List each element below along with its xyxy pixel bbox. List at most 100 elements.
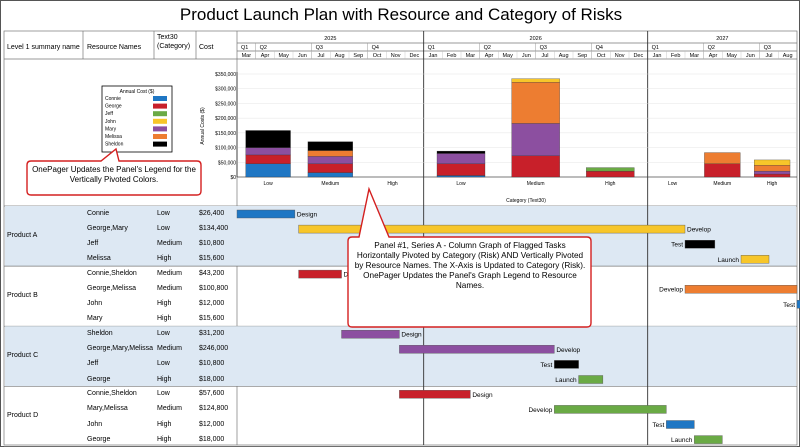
bar-segment-george xyxy=(511,155,560,178)
callout-legend-text: OnePager Updates the Panel's Legend for … xyxy=(32,165,196,184)
category-cell: High xyxy=(157,300,172,308)
month-label: Nov xyxy=(391,53,401,59)
x-tick-label: Low xyxy=(668,181,678,187)
quarter-label: Q1 xyxy=(652,45,659,51)
month-label: Sep xyxy=(353,53,363,59)
cost-cell: $15,600 xyxy=(199,255,225,263)
bar-segment-sheldon xyxy=(307,141,353,151)
product-name: Product A xyxy=(7,232,38,240)
year-label: 2026 xyxy=(530,36,542,42)
callout-panel-text: Panel #1, Series A - Column Graph of Fla… xyxy=(354,241,586,290)
legend-label: Mary xyxy=(105,126,117,132)
quarter-label: Q3 xyxy=(764,45,771,51)
month-label: Feb xyxy=(447,53,456,59)
month-label: Mar xyxy=(690,53,700,59)
category-cell: High xyxy=(157,420,172,428)
task-bar[interactable] xyxy=(740,255,770,264)
cost-cell: $31,200 xyxy=(199,330,225,338)
cost-cell: $10,800 xyxy=(199,240,225,248)
resource-cell: John xyxy=(87,300,103,308)
x-tick-label: Medium xyxy=(713,181,731,187)
task-bar[interactable] xyxy=(236,209,296,219)
bar-segment-sheldon xyxy=(436,150,486,154)
bar-segment-george xyxy=(436,163,486,176)
product-name: Product B xyxy=(7,292,38,300)
task-bar[interactable] xyxy=(554,360,579,369)
task-label: Develop xyxy=(556,347,580,354)
bar-segment-connie xyxy=(245,163,291,178)
bar-segment-melissa xyxy=(754,165,791,172)
y-tick-label: $100,000 xyxy=(215,146,236,152)
header-resource-names: Resource Names xyxy=(87,44,142,51)
x-tick-label: High xyxy=(767,181,778,187)
task-label: Develop xyxy=(659,287,683,294)
resource-cell: George xyxy=(87,435,111,443)
resource-cell: Sheldon xyxy=(87,330,113,338)
resource-cell: George,Melissa xyxy=(87,285,137,293)
bar-segment-john xyxy=(511,78,560,83)
task-bar[interactable] xyxy=(341,330,400,339)
task-bar[interactable] xyxy=(684,285,798,294)
y-axis-label: Annual Costs ($) xyxy=(200,107,206,145)
quarter-label: Q2 xyxy=(260,45,267,51)
category-cell: Medium xyxy=(157,270,182,278)
month-label: Jul xyxy=(317,53,324,59)
category-cell: Medium xyxy=(157,285,182,293)
bar-segment-george xyxy=(307,163,353,173)
cost-cell: $18,000 xyxy=(199,375,225,383)
task-bar[interactable] xyxy=(694,435,723,444)
cost-cell: $15,600 xyxy=(199,315,225,323)
product-name: Product D xyxy=(7,412,39,420)
month-label: Oct xyxy=(373,53,382,59)
resource-cell: Mary,Melissa xyxy=(87,405,128,413)
y-tick-label: $350,000 xyxy=(215,72,236,78)
month-label: Mar xyxy=(242,53,252,59)
month-label: Mar xyxy=(466,53,476,59)
cost-cell: $10,800 xyxy=(199,360,225,368)
task-bar[interactable] xyxy=(399,390,471,399)
category-cell: Low xyxy=(157,210,170,217)
x-tick-label: Medium xyxy=(321,181,339,187)
cost-cell: $134,400 xyxy=(199,225,229,233)
x-tick-label: High xyxy=(387,181,398,187)
task-label: Test xyxy=(652,422,664,429)
month-label: Aug xyxy=(559,53,569,59)
quarter-label: Q1 xyxy=(241,45,248,51)
legend-swatch xyxy=(153,118,167,124)
legend-swatch xyxy=(153,111,167,117)
legend-label: Sheldon xyxy=(105,142,124,148)
y-tick-label: $300,000 xyxy=(215,87,236,93)
bar-segment-mary xyxy=(511,123,560,156)
task-label: Design xyxy=(401,332,422,339)
resource-cell: Mary xyxy=(87,315,103,323)
month-label: Apr xyxy=(709,53,718,59)
task-bar[interactable] xyxy=(298,269,342,279)
task-bar[interactable] xyxy=(399,345,555,354)
x-tick-label: High xyxy=(605,181,616,187)
bar-segment-melissa xyxy=(511,82,560,124)
task-label: Launch xyxy=(555,377,577,384)
month-label: Nov xyxy=(615,53,625,59)
resource-cell: Connie,Sheldon xyxy=(87,390,137,398)
cost-cell: $124,800 xyxy=(199,405,229,413)
cost-cell: $57,600 xyxy=(199,390,225,398)
month-label: Jun xyxy=(746,53,755,59)
month-label: May xyxy=(278,53,289,59)
bar-segment-connie xyxy=(307,172,353,178)
page-frame: Product Launch Plan with Resource and Ca… xyxy=(0,0,800,447)
task-label: Develop xyxy=(528,407,552,414)
month-label: Sep xyxy=(577,53,587,59)
y-tick-label: $250,000 xyxy=(215,101,236,107)
quarter-label: Q2 xyxy=(484,45,491,51)
legend-title: Annual Cost ($) xyxy=(120,89,155,95)
task-bar[interactable] xyxy=(684,239,716,249)
quarter-label: Q1 xyxy=(428,45,435,51)
task-bar[interactable] xyxy=(298,224,686,234)
quarter-label: Q4 xyxy=(596,45,603,51)
resource-cell: Connie,Sheldon xyxy=(87,270,137,278)
task-bar[interactable] xyxy=(578,375,604,384)
task-bar[interactable] xyxy=(554,405,667,414)
task-bar[interactable] xyxy=(666,420,695,429)
month-label: Jun xyxy=(522,53,531,59)
legend-swatch xyxy=(153,134,167,139)
